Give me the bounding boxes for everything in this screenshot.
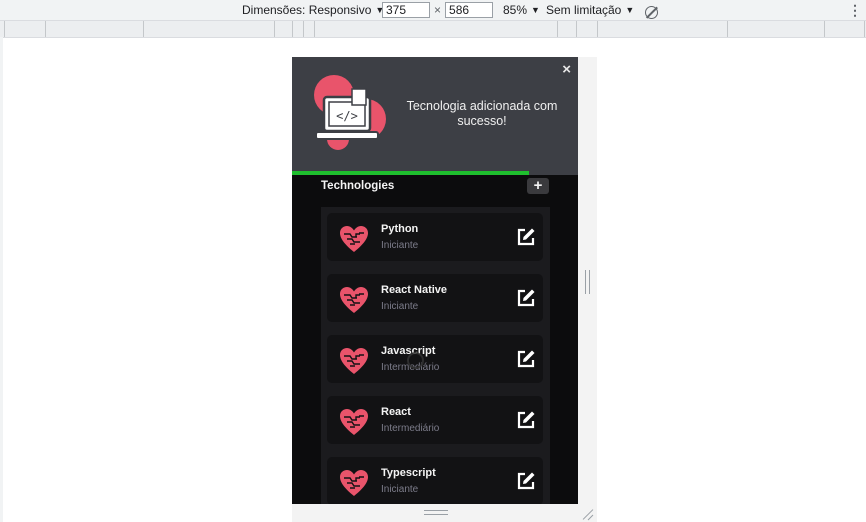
circuit-heart-icon [340,470,368,496]
zoom-dropdown[interactable]: 85% ▼ [503,2,540,18]
resize-handle-corner[interactable] [582,508,594,520]
dimensions-dropdown[interactable]: Dimensões: Responsivo ▼ [242,2,384,18]
throttle-dropdown[interactable]: Sem limitação ▼ [546,2,634,18]
circuit-heart-icon [340,287,368,313]
technology-name: Typescript [381,467,436,479]
times-icon: × [434,3,442,17]
svg-text:</>: </> [336,109,358,123]
success-toast[interactable]: </> Tecnologia adicionada com sucesso! × [292,57,578,175]
circuit-heart-icon [340,348,368,374]
edit-icon[interactable] [516,471,536,491]
technology-name: React Native [381,284,448,296]
devtools-toolbar: Dimensões: Responsivo ▼ × 85% ▼ Sem limi… [0,0,866,21]
width-input[interactable] [382,2,430,18]
height-input[interactable] [445,2,494,18]
rotate-disabled-icon [645,5,658,19]
mouse-cursor [407,352,424,369]
technology-card[interactable]: React Intermediário [327,396,543,444]
toast-message: Tecnologia adicionada com sucesso! [406,99,558,128]
edit-icon[interactable] [516,288,536,308]
more-options-icon[interactable]: ⋮ [848,2,862,18]
throttle-label: Sem limitação [546,3,622,17]
technology-name: Python [381,223,419,235]
technology-level: Iniciante [381,484,419,495]
edit-icon[interactable] [516,410,536,430]
circuit-heart-icon [340,226,368,252]
chevron-down-icon: ▼ [531,5,540,15]
technology-card[interactable]: React Native Iniciante [327,274,543,322]
technology-level: Iniciante [381,240,419,251]
resize-handle-right[interactable] [585,270,590,294]
edit-icon[interactable] [516,227,536,247]
page-title: Technologies [321,180,395,192]
laptop-code-icon: </> [314,75,386,150]
circuit-heart-icon [340,409,368,435]
media-query-ruler [0,21,866,38]
close-icon[interactable]: × [562,61,571,78]
dimensions-label: Dimensões: Responsivo [242,3,372,17]
rotate-button[interactable] [645,4,658,20]
zoom-label: 85% [503,3,528,17]
technology-level: Iniciante [381,301,419,312]
edit-icon[interactable] [516,349,536,369]
technology-card[interactable]: Typescript Iniciante [327,457,543,504]
toast-progress-bar [292,171,529,175]
chevron-down-icon: ▼ [625,5,635,15]
technology-level: Intermediário [381,423,440,434]
add-technology-button[interactable]: + [527,178,549,194]
device-viewport: </> Tecnologia adicionada com sucesso! ×… [292,57,578,504]
technology-name: React [381,406,411,418]
resize-handle-bottom[interactable] [424,510,448,515]
technology-card[interactable]: Python Iniciante [327,213,543,261]
technology-card[interactable]: Javascript Intermediário [327,335,543,383]
technology-list: Python Iniciante React Native Iniciante [321,207,550,504]
